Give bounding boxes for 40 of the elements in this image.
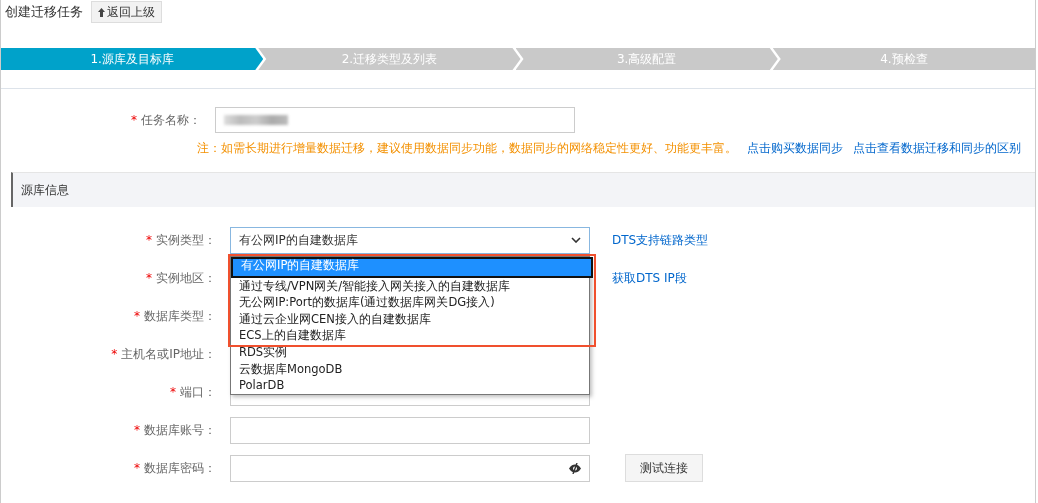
required-mark: * bbox=[170, 385, 176, 399]
link[interactable]: DTS支持链路类型 bbox=[612, 231, 709, 249]
input-field[interactable] bbox=[230, 416, 590, 444]
field-label: 任务名称： bbox=[141, 111, 201, 129]
field-label: 数据库账号： bbox=[144, 421, 216, 439]
chevron-down-icon bbox=[571, 237, 581, 243]
blurred-text bbox=[224, 115, 288, 125]
dropdown-option[interactable]: RDS实例 bbox=[231, 343, 589, 361]
field-label: 端口： bbox=[180, 383, 216, 401]
required-mark: * bbox=[131, 113, 137, 127]
link[interactable]: 点击购买数据同步 bbox=[747, 141, 843, 156]
select-field[interactable]: 有公网IP的自建数据库 bbox=[230, 226, 590, 254]
required-mark: * bbox=[146, 233, 152, 247]
test-connection-button[interactable]: 测试连接 bbox=[625, 454, 703, 482]
field-label: 数据库密码： bbox=[144, 459, 216, 477]
up-arrow-icon bbox=[98, 7, 105, 17]
field-label: 实例类型： bbox=[156, 231, 216, 249]
link[interactable]: 点击查看数据迁移和同步的区别 bbox=[853, 141, 1021, 156]
required-mark: * bbox=[134, 309, 140, 323]
dropdown-option[interactable]: PolarDB bbox=[231, 377, 589, 394]
dropdown-option[interactable]: ECS上的自建数据库 bbox=[231, 327, 593, 344]
required-mark: * bbox=[134, 423, 140, 437]
link[interactable]: 获取DTS IP段 bbox=[612, 269, 687, 287]
input-field[interactable] bbox=[215, 107, 575, 133]
dropdown-option[interactable]: 通过专线/VPN网关/智能接入网关接入的自建数据库 bbox=[231, 277, 593, 295]
field-label: 实例地区： bbox=[156, 269, 216, 287]
back-button[interactable]: 返回上级 bbox=[91, 1, 162, 23]
page-title: 创建迁移任务 bbox=[5, 3, 83, 21]
required-mark: * bbox=[111, 347, 118, 361]
dropdown-option[interactable]: 云数据库MongoDB bbox=[231, 360, 589, 378]
password-field[interactable] bbox=[230, 454, 590, 482]
section-header: 源库信息 bbox=[11, 172, 1035, 207]
required-mark: * bbox=[134, 461, 140, 475]
dropdown-option[interactable]: 通过云企业网CEN接入的自建数据库 bbox=[231, 310, 593, 328]
note-text: 注：如需长期进行增量数据迁移，建议使用数据同步功能，数据同步的网络稳定性更好、功能更丰富。 bbox=[197, 141, 737, 156]
field-label: 数据库类型： bbox=[144, 307, 216, 325]
eye-slash-icon bbox=[569, 462, 581, 474]
dropdown-option[interactable]: 无公网IP:Port的数据库(通过数据库网关DG接入) bbox=[231, 294, 593, 311]
required-mark: * bbox=[146, 271, 152, 285]
field-label: 主机名或IP地址： bbox=[121, 345, 216, 363]
